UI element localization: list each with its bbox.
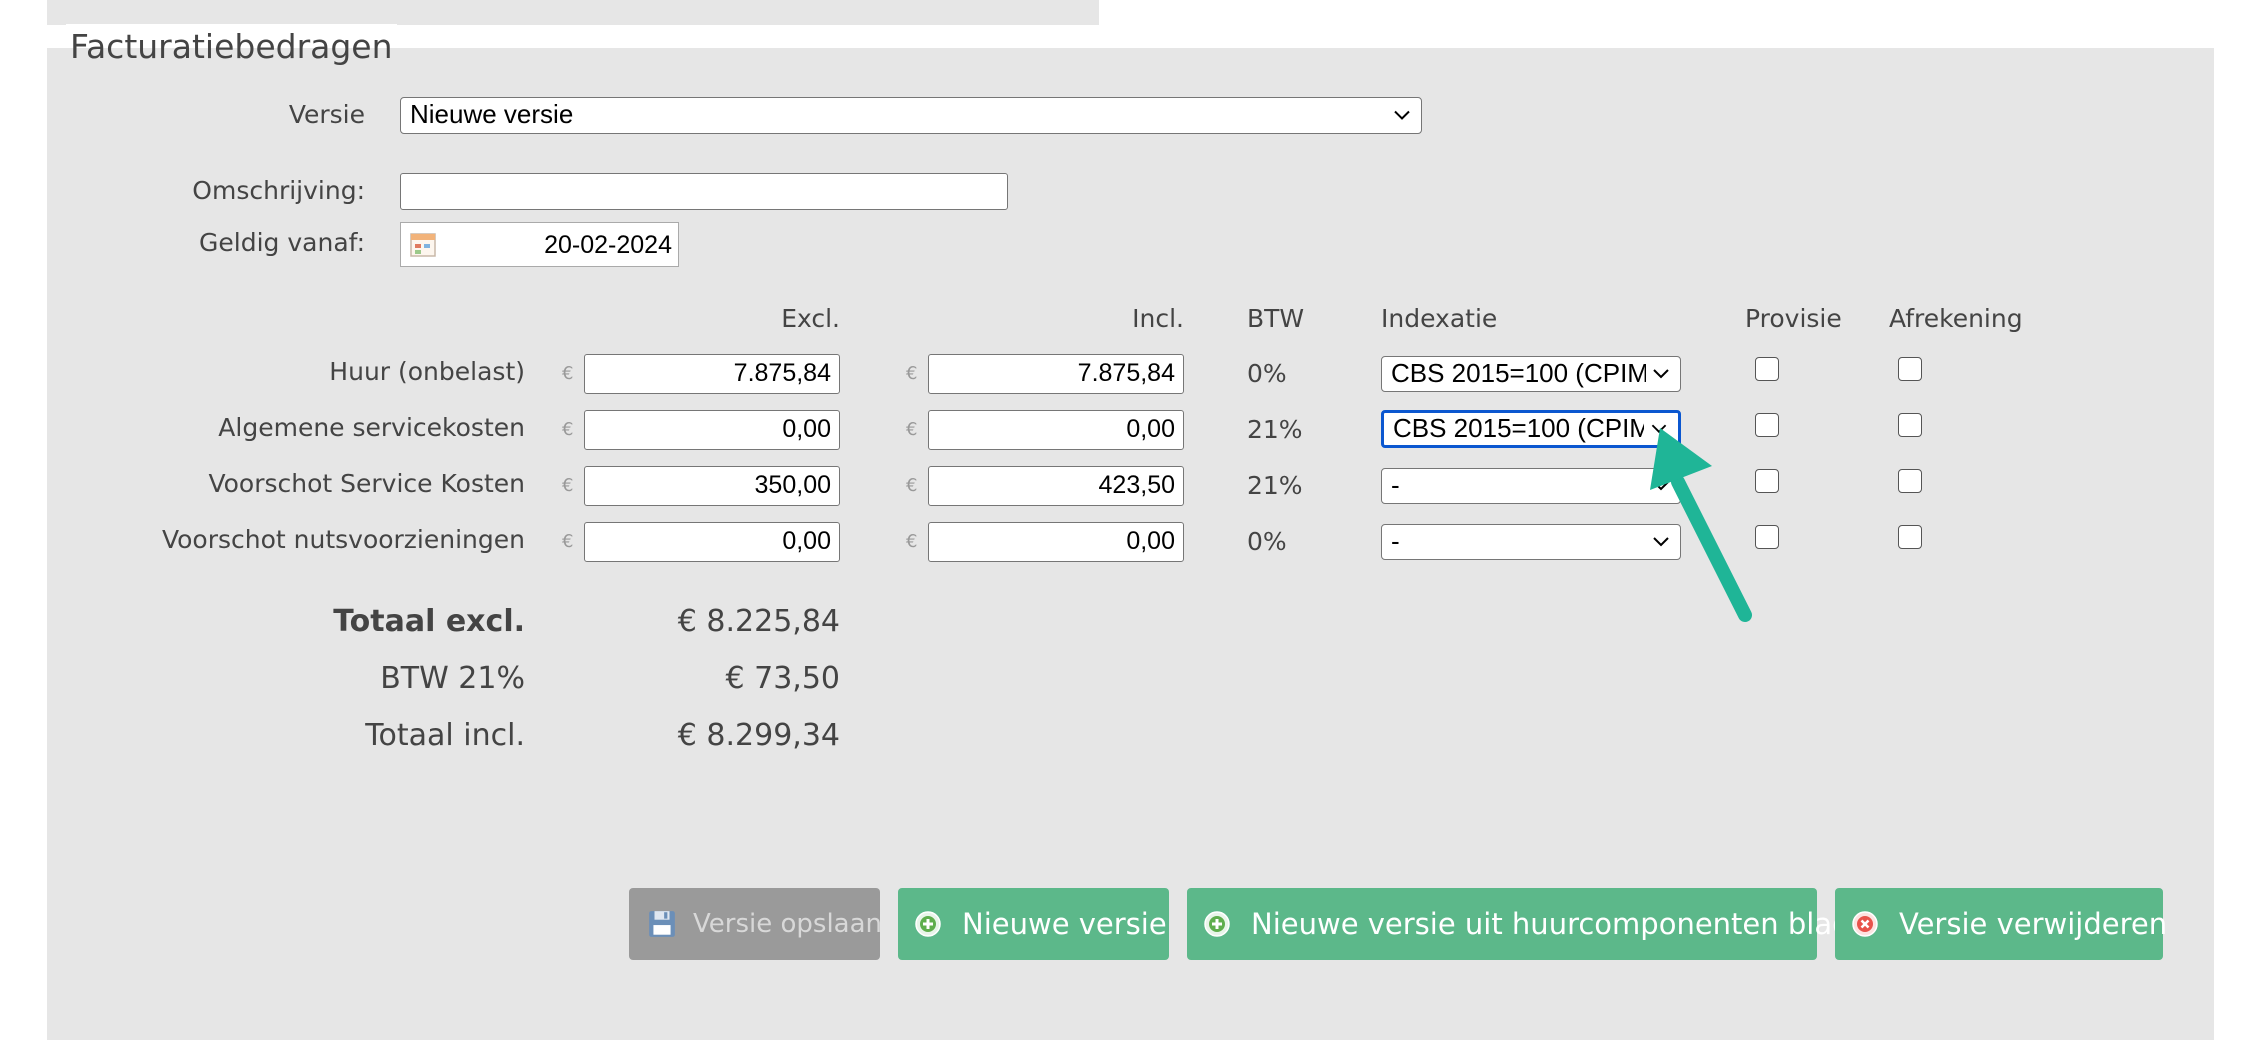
nieuwe-versie-button[interactable]: Nieuwe versie xyxy=(898,888,1169,960)
totaal-incl-value: € 8.299,34 xyxy=(677,718,840,753)
chevron-down-icon xyxy=(1394,110,1410,120)
omschrijving-input[interactable] xyxy=(400,173,1008,210)
voorschot-service-kosten-indexatie-value: - xyxy=(1391,470,1400,500)
currency-symbol: € xyxy=(562,475,574,496)
nieuwe-versie-label: Nieuwe versie xyxy=(962,907,1167,941)
calendar-icon[interactable] xyxy=(409,231,437,259)
totaal-incl-label: Totaal incl. xyxy=(365,718,525,753)
versie-opslaan-label: Versie opslaan xyxy=(693,909,883,939)
voorschot-nutsvoorzieningen-btw: 0% xyxy=(1247,527,1287,556)
col-header-provisie: Provisie xyxy=(1745,304,1842,333)
algemene-servicekosten-indexatie-value: CBS 2015=100 (CPIM xyxy=(1393,413,1644,443)
huur-afrekening-checkbox[interactable] xyxy=(1898,357,1922,381)
totaal-excl-label: Totaal excl. xyxy=(333,604,525,639)
currency-symbol: € xyxy=(562,531,574,552)
nieuwe-versie-uit-huurcomponenten-label: Nieuwe versie uit huurcomponenten blad xyxy=(1251,907,1851,941)
voorschot-service-kosten-incl-input[interactable]: 423,50 xyxy=(928,466,1184,506)
algemene-servicekosten-excl-input[interactable]: 0,00 xyxy=(584,410,840,450)
plus-circle-icon xyxy=(1204,911,1230,937)
row-label-huur: Huur (onbelast) xyxy=(329,357,525,386)
col-header-indexatie: Indexatie xyxy=(1381,304,1498,333)
voorschot-service-kosten-indexatie-select[interactable]: - xyxy=(1381,468,1681,504)
versie-opslaan-button[interactable]: Versie opslaan xyxy=(629,888,883,960)
huur-btw: 0% xyxy=(1247,359,1287,388)
currency-symbol: € xyxy=(906,419,918,440)
col-header-incl: Incl. xyxy=(1132,304,1184,333)
geldig-vanaf-label: Geldig vanaf: xyxy=(199,228,365,257)
algemene-servicekosten-afrekening-checkbox[interactable] xyxy=(1898,413,1922,437)
voorschot-nutsvoorzieningen-excl-input[interactable]: 0,00 xyxy=(584,522,840,562)
huur-incl-input[interactable]: 7.875,84 xyxy=(928,354,1184,394)
currency-symbol: € xyxy=(562,363,574,384)
algemene-servicekosten-btw: 21% xyxy=(1247,415,1303,444)
btw-value: € 73,50 xyxy=(725,661,840,696)
totaal-excl-value: € 8.225,84 xyxy=(677,604,840,639)
x-circle-icon xyxy=(1852,911,1878,937)
row-label-algemene-servicekosten: Algemene servicekosten xyxy=(218,413,525,442)
algemene-servicekosten-incl-input[interactable]: 0,00 xyxy=(928,410,1184,450)
col-header-excl: Excl. xyxy=(781,304,840,333)
section-title: Facturatiebedragen xyxy=(66,24,397,70)
voorschot-nutsvoorzieningen-indexatie-value: - xyxy=(1391,526,1400,556)
versie-select-value: Nieuwe versie xyxy=(410,99,574,129)
huur-provisie-checkbox[interactable] xyxy=(1755,357,1779,381)
nieuwe-versie-uit-huurcomponenten-button[interactable]: Nieuwe versie uit huurcomponenten blad xyxy=(1187,888,1851,960)
currency-symbol: € xyxy=(906,531,918,552)
voorschot-nutsvoorzieningen-afrekening-checkbox[interactable] xyxy=(1898,525,1922,549)
omschrijving-label: Omschrijving: xyxy=(192,176,365,205)
huur-indexatie-select[interactable]: CBS 2015=100 (CPIM xyxy=(1381,356,1681,392)
versie-select[interactable]: Nieuwe versie xyxy=(400,97,1422,134)
voorschot-nutsvoorzieningen-incl-input[interactable]: 0,00 xyxy=(928,522,1184,562)
algemene-servicekosten-indexatie-select[interactable]: CBS 2015=100 (CPIM xyxy=(1381,410,1681,448)
voorschot-service-kosten-btw: 21% xyxy=(1247,471,1303,500)
col-header-afrekening: Afrekening xyxy=(1889,304,2023,333)
plus-circle-icon xyxy=(915,911,941,937)
row-label-voorschot-nutsvoorzieningen: Voorschot nutsvoorzieningen xyxy=(161,525,525,554)
huur-excl-input[interactable]: 7.875,84 xyxy=(584,354,840,394)
floppy-disk-icon xyxy=(649,911,675,937)
versie-verwijderen-button[interactable]: Versie verwijderen xyxy=(1835,888,2167,960)
top-panel-strip xyxy=(47,0,1099,25)
geldig-vanaf-date-input[interactable]: 20-02-2024 xyxy=(400,222,679,267)
currency-symbol: € xyxy=(906,475,918,496)
versie-label: Versie xyxy=(288,100,365,129)
col-header-btw: BTW xyxy=(1247,304,1305,333)
voorschot-service-kosten-excl-input[interactable]: 350,00 xyxy=(584,466,840,506)
row-label-voorschot-service-kosten: Voorschot Service Kosten xyxy=(208,469,525,498)
currency-symbol: € xyxy=(906,363,918,384)
currency-symbol: € xyxy=(562,419,574,440)
geldig-vanaf-value: 20-02-2024 xyxy=(544,231,672,259)
chevron-down-icon xyxy=(1653,369,1669,379)
voorschot-nutsvoorzieningen-indexatie-select[interactable]: - xyxy=(1381,524,1681,560)
versie-verwijderen-label: Versie verwijderen xyxy=(1899,907,2168,941)
btw-label: BTW 21% xyxy=(380,661,525,696)
huur-indexatie-value: CBS 2015=100 (CPIM xyxy=(1391,358,1646,388)
voorschot-service-kosten-afrekening-checkbox[interactable] xyxy=(1898,469,1922,493)
arrow-pointer-icon xyxy=(1650,428,1752,622)
